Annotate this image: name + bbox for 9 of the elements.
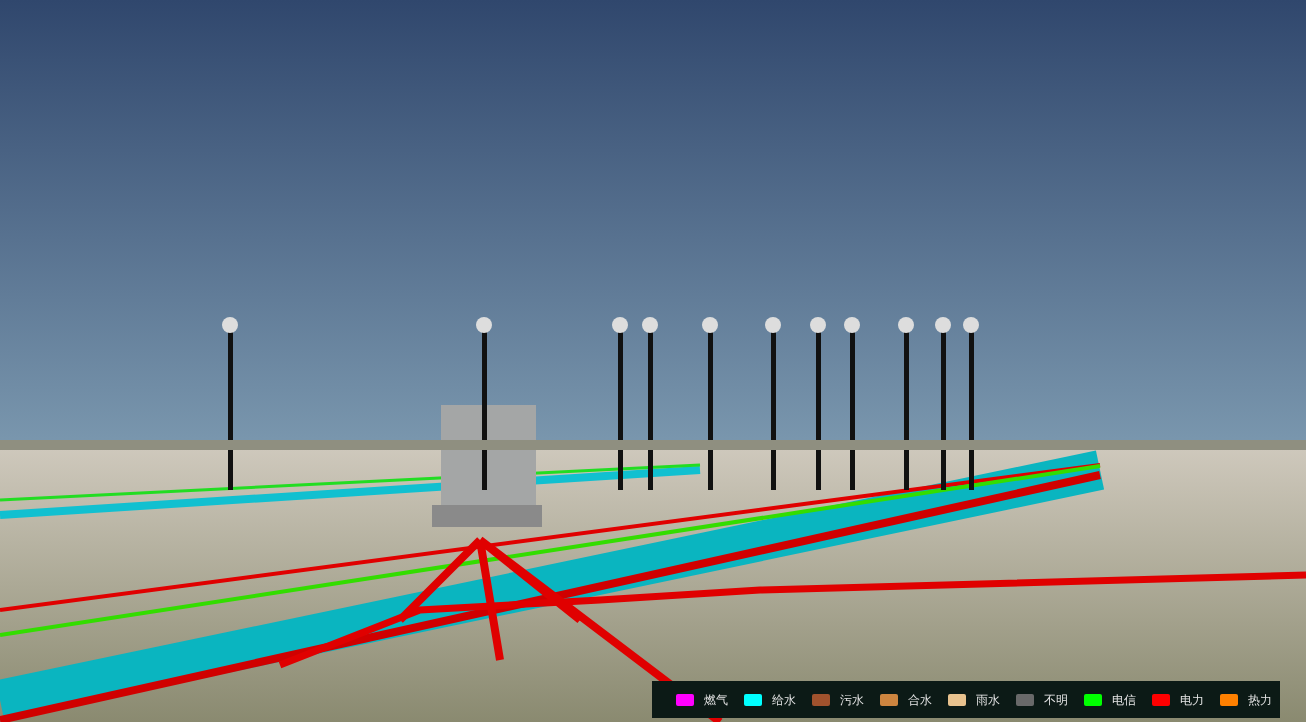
legend-label: 合水	[908, 691, 932, 709]
legend-label: 热力	[1248, 691, 1272, 709]
legend-label: 雨水	[976, 691, 1000, 709]
legend-label: 电信	[1112, 691, 1136, 709]
legend-label: 不明	[1044, 691, 1068, 709]
legend-label: 燃气	[704, 691, 728, 709]
legend-label: 给水	[772, 691, 796, 709]
legend-label: 电力	[1180, 691, 1204, 709]
legend-label: 污水	[840, 691, 864, 709]
